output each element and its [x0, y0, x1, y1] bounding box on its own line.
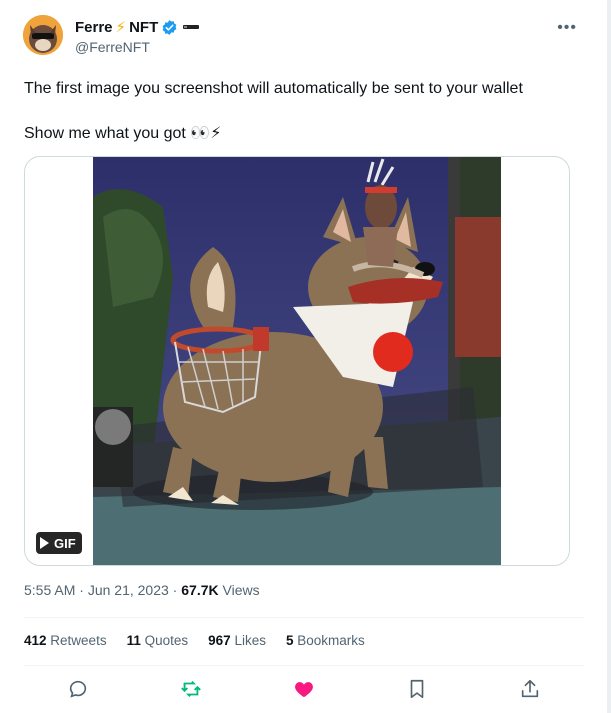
play-icon — [40, 537, 49, 549]
window-edge — [607, 0, 611, 713]
avatar[interactable] — [23, 15, 63, 55]
stat-count: 5 — [285, 633, 294, 648]
share-icon — [521, 679, 539, 698]
stat-label: Quotes — [144, 633, 189, 648]
tweet-media[interactable]: GIF — [24, 156, 570, 566]
retweet-button[interactable] — [177, 675, 205, 703]
retweets-stat[interactable]: 412 Retweets — [24, 633, 107, 648]
gif-badge[interactable]: GIF — [36, 532, 82, 554]
lightning-icon: ⚡ — [115, 19, 127, 36]
author-name-suffix[interactable]: NFT — [129, 19, 158, 36]
stat-count: 11 — [126, 633, 141, 648]
author-handle[interactable]: @FerreNFT — [75, 39, 150, 55]
bookmark-icon — [410, 679, 424, 699]
divider — [24, 665, 584, 666]
bookmarks-stat[interactable]: 5 Bookmarks — [286, 633, 365, 648]
quotes-stat[interactable]: 11 Quotes — [127, 633, 189, 648]
dog-sunglasses-avatar-icon — [23, 15, 63, 55]
stat-label: Retweets — [50, 633, 107, 648]
reply-icon — [69, 680, 87, 698]
tweet-text-line-1: The first image you screenshot will auto… — [24, 80, 523, 97]
author-name-row[interactable]: Ferre ⚡ NFT — [75, 18, 200, 36]
heart-icon — [295, 682, 313, 698]
views-label: Views — [218, 582, 260, 598]
reply-button[interactable] — [64, 675, 92, 703]
retweet-icon — [181, 681, 201, 697]
action-bar — [24, 675, 584, 703]
meta-separator: · — [168, 582, 182, 598]
engagement-stats: 412 Retweets 11 Quotes 967 Likes 5 Bookm… — [24, 633, 365, 648]
likes-stat[interactable]: 967 Likes — [208, 633, 266, 648]
tweet-date[interactable]: Jun 21, 2023 — [88, 582, 169, 598]
like-button[interactable] — [290, 675, 318, 703]
divider — [24, 617, 584, 618]
gif-label: GIF — [54, 535, 76, 551]
stat-label: Bookmarks — [297, 633, 365, 648]
tweet-text: The first image you screenshot will auto… — [24, 78, 584, 145]
more-options-icon[interactable]: ••• — [557, 19, 577, 37]
tweet-time[interactable]: 5:55 AM — [24, 582, 75, 598]
stat-count: 412 — [24, 633, 47, 648]
shiba-dog-basketball-hoop-image — [93, 157, 501, 565]
meta-separator: · — [75, 582, 88, 598]
bookmark-button[interactable] — [403, 675, 431, 703]
views-count: 67.7K — [181, 582, 219, 598]
verified-badge-icon — [162, 19, 177, 35]
tweet-text-line-2: Show me what you got 👀⚡ — [24, 125, 222, 142]
affiliate-badge-icon — [183, 25, 200, 29]
share-button[interactable] — [516, 675, 544, 703]
tweet-meta: 5:55 AM · Jun 21, 2023 · 67.7K Views — [24, 582, 260, 598]
stat-count: 967 — [208, 633, 231, 648]
author-display-name[interactable]: Ferre — [75, 19, 113, 36]
tweet-header: Ferre ⚡ NFT @FerreNFT ••• — [23, 15, 583, 59]
stat-label: Likes — [234, 633, 266, 648]
